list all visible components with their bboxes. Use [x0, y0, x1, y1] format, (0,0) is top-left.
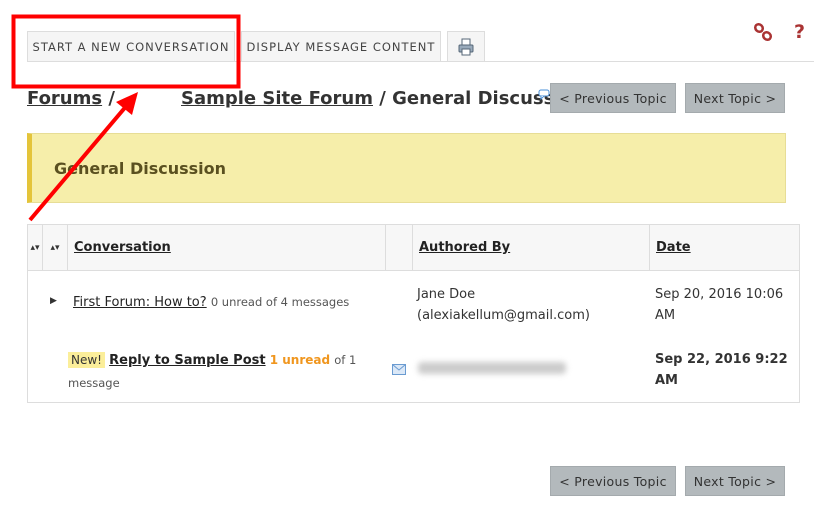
- annotation-arrow: [28, 102, 130, 222]
- annotation-highlight-box: [11, 14, 241, 89]
- annotation-overlay: [11, 14, 241, 222]
